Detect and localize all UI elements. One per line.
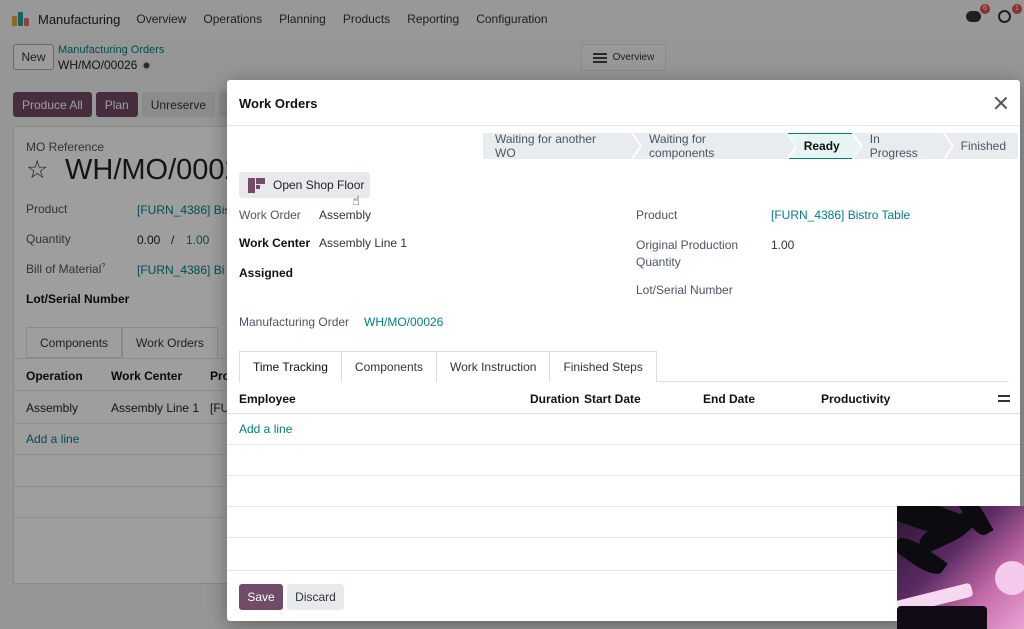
discard-button[interactable]: Discard (287, 584, 344, 610)
status-bar: Waiting for another WO Waiting for compo… (483, 132, 1020, 160)
original-qty-label-line2: Quantity (636, 255, 681, 269)
product-label: Product (636, 208, 678, 222)
shop-floor-icon (248, 177, 265, 193)
manufacturing-order-label: Manufacturing Order (239, 315, 350, 329)
tab-finished-steps[interactable]: Finished Steps (549, 351, 657, 382)
dialog-header: Work Orders (227, 80, 1020, 126)
optional-columns-icon[interactable] (998, 393, 1010, 403)
tab-time-tracking[interactable]: Time Tracking (239, 351, 342, 383)
work-center-value[interactable]: Assembly Line 1 (319, 236, 407, 250)
save-button[interactable]: Save (239, 584, 283, 610)
product-link[interactable]: [FURN_4386] Bistro Table (771, 208, 910, 222)
col-duration[interactable]: Duration (530, 392, 579, 406)
col-start-date[interactable]: Start Date (584, 392, 641, 406)
lot-serial-label: Lot/Serial Number (636, 283, 733, 297)
dialog-title: Work Orders (239, 96, 318, 111)
open-shop-floor-button[interactable]: Open Shop Floor (239, 172, 370, 198)
stage-finished[interactable]: Finished (944, 133, 1018, 159)
tab-work-instruction[interactable]: Work Instruction (435, 351, 551, 382)
row-divider (227, 444, 1020, 445)
hand-cursor-icon: ☝ (352, 193, 360, 208)
dialog-tabs: Time Tracking Components Work Instructio… (239, 351, 1009, 383)
open-shop-floor-label: Open Shop Floor (273, 178, 365, 192)
manufacturing-order-link[interactable]: WH/MO/00026 (364, 315, 443, 329)
work-order-value[interactable]: Assembly (319, 208, 371, 222)
row-divider (227, 475, 1020, 476)
add-line-link[interactable]: Add a line (239, 422, 292, 436)
col-employee[interactable]: Employee (239, 392, 296, 406)
original-qty-label-line1: Original Production (636, 238, 739, 252)
time-tracking-table-header: Employee Duration Start Date End Date Pr… (227, 382, 1020, 414)
close-icon[interactable] (994, 96, 1008, 110)
stage-waiting-another-wo[interactable]: Waiting for another WO (483, 132, 641, 160)
assigned-label: Assigned (239, 266, 294, 280)
stage-ready[interactable]: Ready (787, 133, 861, 160)
col-productivity[interactable]: Productivity (821, 392, 890, 406)
work-center-label: Work Center (239, 236, 311, 250)
work-order-label: Work Order (239, 208, 301, 222)
stage-in-progress[interactable]: In Progress (853, 132, 952, 160)
stage-waiting-components[interactable]: Waiting for components (633, 132, 795, 160)
col-end-date[interactable]: End Date (703, 392, 755, 406)
original-qty-value[interactable]: 1.00 (771, 238, 794, 252)
tab-components[interactable]: Components (340, 351, 437, 382)
webcam-video-overlay (897, 506, 1024, 629)
